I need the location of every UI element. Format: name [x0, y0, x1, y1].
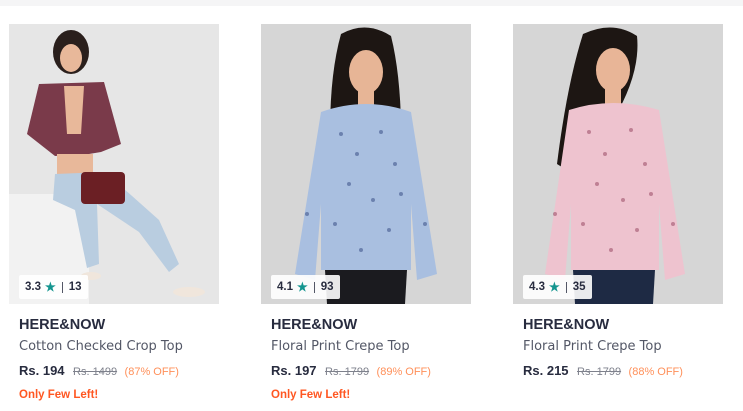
- rating-value: 3.3: [25, 281, 41, 293]
- product-name[interactable]: Cotton Checked Crop Top: [19, 336, 209, 358]
- star-icon: ★: [297, 280, 308, 294]
- rating-value: 4.1: [277, 281, 293, 293]
- product-card[interactable]: 3.3 ★ 13 HERE&NOW Cotton Checked Crop To…: [9, 24, 219, 404]
- product-info[interactable]: HERE&NOW Floral Print Crepe Top Rs. 197 …: [261, 304, 471, 403]
- product-image[interactable]: 3.3 ★ 13: [9, 24, 219, 304]
- product-discount: (87% OFF): [124, 366, 179, 378]
- product-mrp: Rs. 1799: [577, 366, 622, 378]
- product-brand[interactable]: HERE&NOW: [523, 314, 713, 336]
- product-brand[interactable]: HERE&NOW: [271, 314, 461, 336]
- rating-count: 93: [320, 281, 334, 293]
- product-info[interactable]: HERE&NOW Floral Print Crepe Top Rs. 215 …: [513, 304, 723, 381]
- product-brand[interactable]: HERE&NOW: [19, 314, 209, 336]
- product-price: Rs. 197: [271, 363, 317, 378]
- rating-badge: 4.3 ★ 35: [523, 275, 592, 299]
- product-price: Rs. 194: [19, 363, 65, 378]
- product-photo-model-floral-top: [261, 24, 471, 304]
- product-name[interactable]: Floral Print Crepe Top: [271, 336, 461, 358]
- stock-note: Only Few Left!: [271, 389, 351, 401]
- price-row: Rs. 215 Rs. 1799 (88% OFF): [523, 362, 713, 381]
- rating-count: 13: [68, 281, 82, 293]
- rating-badge: 3.3 ★ 13: [19, 275, 88, 299]
- product-price: Rs. 215: [523, 363, 569, 378]
- product-image[interactable]: 4.1 ★ 93: [261, 24, 471, 304]
- product-mrp: Rs. 1499: [73, 366, 118, 378]
- product-card[interactable]: 4.1 ★ 93 HERE&NOW Floral Print Crepe Top…: [261, 24, 471, 404]
- star-icon: ★: [45, 280, 56, 294]
- product-card[interactable]: 4.3 ★ 35 HERE&NOW Floral Print Crepe Top…: [513, 24, 723, 404]
- rating-value: 4.3: [529, 281, 545, 293]
- product-discount: (89% OFF): [376, 366, 431, 378]
- rating-separator: [61, 281, 63, 293]
- rating-count: 35: [572, 281, 586, 293]
- product-photo-model-crop-top: [9, 24, 219, 304]
- rating-badge: 4.1 ★ 93: [271, 275, 340, 299]
- rating-separator: [313, 281, 315, 293]
- price-row: Rs. 197 Rs. 1799 (89% OFF): [271, 362, 461, 381]
- stock-note: Only Few Left!: [19, 389, 99, 401]
- star-icon: ★: [549, 280, 560, 294]
- rating-separator: [565, 281, 567, 293]
- product-discount: (88% OFF): [628, 366, 683, 378]
- top-divider: [0, 0, 743, 6]
- product-photo-model-pink-floral-top: [513, 24, 723, 304]
- product-image[interactable]: 4.3 ★ 35: [513, 24, 723, 304]
- product-name[interactable]: Floral Print Crepe Top: [523, 336, 713, 358]
- price-row: Rs. 194 Rs. 1499 (87% OFF): [19, 362, 209, 381]
- product-info[interactable]: HERE&NOW Cotton Checked Crop Top Rs. 194…: [9, 304, 219, 403]
- product-mrp: Rs. 1799: [325, 366, 370, 378]
